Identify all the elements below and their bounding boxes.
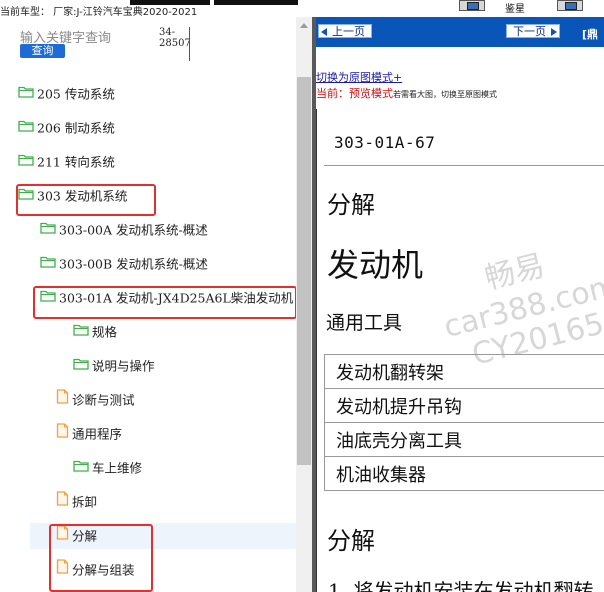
- code-label: 34- 28507: [159, 27, 191, 49]
- search-button[interactable]: 查询: [20, 44, 65, 58]
- tool-cell: 发动机翻转架: [324, 354, 604, 389]
- tree-item-label: 分解: [72, 528, 98, 544]
- tree-item-label: 诊断与测试: [72, 392, 135, 408]
- tree-item[interactable]: 211 转向系统: [18, 149, 115, 175]
- step-text: 1. 将发动机安装在发动机翻转: [328, 579, 594, 592]
- tree-item-label: 分解与组装: [72, 562, 135, 578]
- window-button-icon[interactable]: [557, 0, 583, 11]
- tree-item[interactable]: 303-00B 发动机系统-概述: [40, 251, 208, 277]
- tree-item-label: 通用程序: [72, 426, 123, 442]
- tree-item-label: 303 发动机系统: [37, 188, 128, 204]
- section-heading: 分解: [327, 191, 375, 219]
- doc-code: 303-01A-67: [334, 133, 436, 152]
- folder-open-icon: [18, 183, 34, 209]
- switch-mode-link[interactable]: 切换为原图模式+: [316, 69, 402, 85]
- document-icon: [56, 489, 69, 515]
- toolbar-label: 鉴星: [505, 4, 525, 15]
- tree-item[interactable]: 303-01A 发动机-JX4D25A6L柴油发动机: [40, 285, 293, 311]
- tree-item[interactable]: 规格: [73, 319, 117, 345]
- tree-item[interactable]: 拆卸: [56, 489, 97, 515]
- folder-open-icon: [40, 251, 56, 277]
- tree-item-label: 303-01A 发动机-JX4D25A6L柴油发动机: [59, 290, 294, 306]
- folder-open-icon: [18, 115, 34, 141]
- window-button-icon[interactable]: [459, 0, 485, 11]
- doc-divider: [324, 165, 604, 166]
- tree-item-label: 206 制动系统: [37, 120, 115, 136]
- tree-item-label: 205 传动系统: [37, 86, 115, 102]
- toolbar-strip-right: [214, 0, 298, 5]
- tree-item-label: 车上维修: [92, 460, 143, 476]
- section-heading: 分解: [327, 527, 375, 555]
- folder-open-icon: [73, 319, 89, 345]
- table-row: 油底壳分离工具: [324, 422, 604, 457]
- tree-item[interactable]: 205 传动系统: [18, 81, 115, 107]
- code-separator: [189, 27, 190, 61]
- page-title: 发动机: [327, 246, 424, 284]
- folder-open-icon: [73, 455, 89, 481]
- document-icon: [56, 523, 69, 549]
- tree-item[interactable]: 诊断与测试: [56, 387, 135, 413]
- tree-item-label: 303-00A 发动机系统-概述: [59, 222, 208, 238]
- tree-item[interactable]: 303 发动机系统: [18, 183, 127, 209]
- car-model-info: 当前车型： 厂家:J-江铃汽车宝典2020-2021: [0, 7, 198, 17]
- tree-item-label: 211 转向系统: [37, 154, 115, 170]
- tree-item-label: 规格: [92, 324, 118, 340]
- tree-item-label: 拆卸: [72, 494, 98, 510]
- folder-open-icon: [73, 353, 89, 379]
- top-strip: 当前车型： 厂家:J-江铃汽车宝典2020-2021 鉴星: [0, 0, 604, 17]
- arrow-right-icon: [551, 28, 557, 36]
- tool-cell: 发动机提升吊钩: [324, 388, 604, 423]
- tools-table: 发动机翻转架 发动机提升吊钩 油底壳分离工具 机油收集器: [324, 354, 604, 491]
- tree-scrollbar[interactable]: [296, 17, 312, 592]
- document-icon: [56, 421, 69, 447]
- tree-item-label: 303-00B 发动机系统-概述: [59, 256, 208, 272]
- scroll-thumb[interactable]: [297, 77, 311, 465]
- print-link[interactable]: [鼎: [582, 26, 598, 42]
- page-nav-bar: 上一页 下一页 [鼎: [316, 17, 604, 47]
- tree-item[interactable]: 206 制动系统: [18, 115, 115, 141]
- doc-border: [316, 109, 317, 592]
- tree-item[interactable]: 分解: [30, 523, 296, 549]
- search-area: 查询 34- 28507: [0, 17, 296, 73]
- arrow-left-icon: [321, 28, 327, 36]
- tree-item[interactable]: 303-00A 发动机系统-概述: [40, 217, 208, 243]
- folder-open-icon: [40, 285, 56, 311]
- tree-item-label: 说明与操作: [92, 358, 155, 374]
- tree-item[interactable]: 车上维修: [73, 455, 142, 481]
- prev-page-button[interactable]: 上一页: [318, 24, 372, 38]
- document-icon: [56, 557, 69, 583]
- next-page-button[interactable]: 下一页: [506, 24, 560, 38]
- tool-cell: 机油收集器: [324, 456, 604, 491]
- table-row: 发动机提升吊钩: [324, 388, 604, 423]
- current-mode-line: 当前：预览模式若需看大图，切换至原图模式: [316, 87, 497, 100]
- tree-item[interactable]: 分解与组装: [56, 557, 135, 583]
- tools-heading: 通用工具: [326, 312, 403, 334]
- document-viewer: 上一页 下一页 [鼎 切换为原图模式+ 当前：预览模式若需看大图，切换至原图模式…: [316, 17, 604, 592]
- folder-open-icon: [18, 81, 34, 107]
- tool-cell: 油底壳分离工具: [324, 422, 604, 457]
- toolbar-strip-left: [130, 0, 210, 5]
- folder-open-icon: [18, 149, 34, 175]
- tree-item[interactable]: 通用程序: [56, 421, 122, 447]
- scroll-up-icon[interactable]: [300, 23, 308, 28]
- folder-open-icon: [40, 217, 56, 243]
- table-row: 机油收集器: [324, 456, 604, 491]
- document-icon: [56, 387, 69, 413]
- tree-item[interactable]: 说明与操作: [73, 353, 155, 379]
- table-row: 发动机翻转架: [324, 354, 604, 389]
- catalog-tree-pane: 查询 34- 28507 205 传动系统 206 制动系统 211 转向系统 303…: [0, 17, 296, 592]
